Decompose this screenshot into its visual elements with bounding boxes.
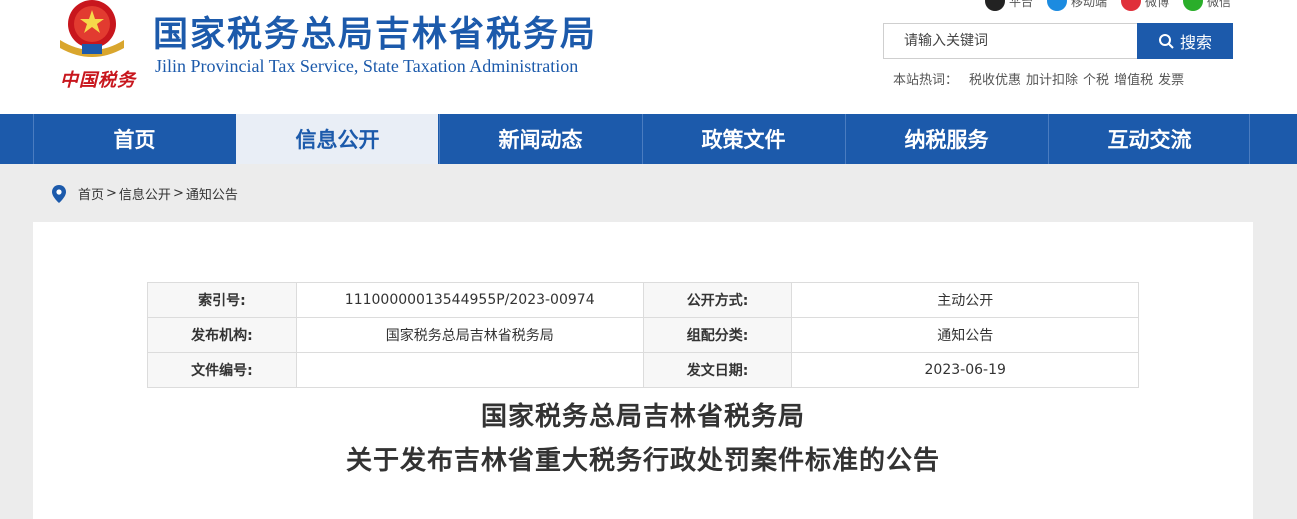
topbar-weibo[interactable]: 微博: [1121, 0, 1170, 11]
nav-item-info-disclosure[interactable]: 信息公开: [236, 114, 438, 164]
platform-icon: [985, 0, 1005, 11]
nav-item-news[interactable]: 新闻动态: [439, 114, 641, 164]
meta-value: 11100000013544955P/2023-00974: [295, 282, 644, 318]
search-button-label: 搜索: [1179, 33, 1212, 52]
meta-value: [295, 352, 644, 388]
hot-term[interactable]: 增值税: [1114, 69, 1153, 88]
breadcrumb-home[interactable]: 首页: [78, 184, 104, 203]
location-pin-icon: [52, 184, 66, 203]
meta-value: 2023-06-19: [791, 352, 1139, 388]
nav-divider: [1249, 114, 1250, 164]
topbar-mobile[interactable]: 移动端: [1047, 0, 1108, 11]
hot-term[interactable]: 个税: [1083, 69, 1109, 88]
topbar-wechat[interactable]: 微信: [1183, 0, 1232, 11]
table-row: 索引号: 11100000013544955P/2023-00974 公开方式:…: [147, 282, 1139, 318]
hot-terms-label: 本站热词：: [893, 73, 959, 88]
wechat-icon: [1183, 0, 1204, 11]
article-panel: 索引号: 11100000013544955P/2023-00974 公开方式:…: [33, 222, 1253, 519]
site-header: 中国税务 国家税务总局吉林省税务局 Jilin Provincial Tax S…: [0, 0, 1297, 114]
document-meta-table: 索引号: 11100000013544955P/2023-00974 公开方式:…: [147, 282, 1139, 388]
meta-key: 发文日期:: [642, 352, 793, 388]
nav-item-home[interactable]: 首页: [33, 114, 235, 164]
hot-terms: 本站热词： 税收优惠 加计扣除 个税 增值税 发票: [893, 69, 1184, 88]
logo-text: 中国税务: [60, 70, 136, 91]
topbar-label: 微博: [1145, 0, 1170, 9]
breadcrumb-notices[interactable]: 通知公告: [186, 184, 238, 203]
meta-value: 国家税务总局吉林省税务局: [295, 317, 644, 353]
tax-emblem-icon: [60, 0, 124, 57]
table-row: 发布机构: 国家税务总局吉林省税务局 组配分类: 通知公告: [147, 317, 1139, 353]
breadcrumb: 首页 > 信息公开 > 通知公告: [52, 184, 238, 203]
search-box: [883, 23, 1138, 59]
topbar-label: 平台: [1009, 0, 1034, 9]
topbar-label: 微信: [1207, 0, 1232, 9]
nav-item-interaction[interactable]: 互动交流: [1048, 114, 1250, 164]
topbar-platform[interactable]: 平台: [985, 0, 1034, 11]
nav-item-tax-service[interactable]: 纳税服务: [845, 114, 1047, 164]
hot-term[interactable]: 税收优惠: [969, 69, 1021, 88]
weibo-icon: [1121, 0, 1142, 11]
table-row: 文件编号: 发文日期: 2023-06-19: [147, 352, 1139, 388]
hot-term[interactable]: 发票: [1158, 69, 1184, 88]
topbar-label: 移动端: [1071, 0, 1108, 9]
topbar-links: 平台 移动端 微博 微信: [985, 0, 1232, 11]
site-title-en: Jilin Provincial Tax Service, State Taxa…: [155, 56, 579, 76]
document-title-line-2: 关于发布吉林省重大税务行政处罚案件标准的公告: [345, 446, 940, 476]
site-title: 国家税务总局吉林省税务局: [153, 15, 598, 55]
meta-value: 主动公开: [791, 282, 1139, 318]
meta-key: 组配分类:: [642, 317, 793, 353]
main-nav: 首页 信息公开 新闻动态 政策文件 纳税服务 互动交流: [0, 114, 1297, 164]
breadcrumb-separator: >: [172, 186, 184, 201]
search-input[interactable]: [884, 24, 1137, 58]
search-button[interactable]: 搜索: [1137, 23, 1233, 59]
document-title-line-1: 国家税务总局吉林省税务局: [480, 402, 805, 432]
meta-key: 索引号:: [147, 282, 297, 318]
search-icon: [1158, 34, 1174, 49]
meta-key: 文件编号:: [147, 352, 297, 388]
meta-key: 发布机构:: [147, 317, 297, 353]
breadcrumb-info-disclosure[interactable]: 信息公开: [119, 184, 171, 203]
meta-value: 通知公告: [791, 317, 1139, 353]
nav-item-policy[interactable]: 政策文件: [642, 114, 844, 164]
hot-term[interactable]: 加计扣除: [1026, 69, 1078, 88]
breadcrumb-separator: >: [106, 186, 117, 201]
mobile-icon: [1047, 0, 1068, 11]
meta-key: 公开方式:: [642, 282, 793, 318]
